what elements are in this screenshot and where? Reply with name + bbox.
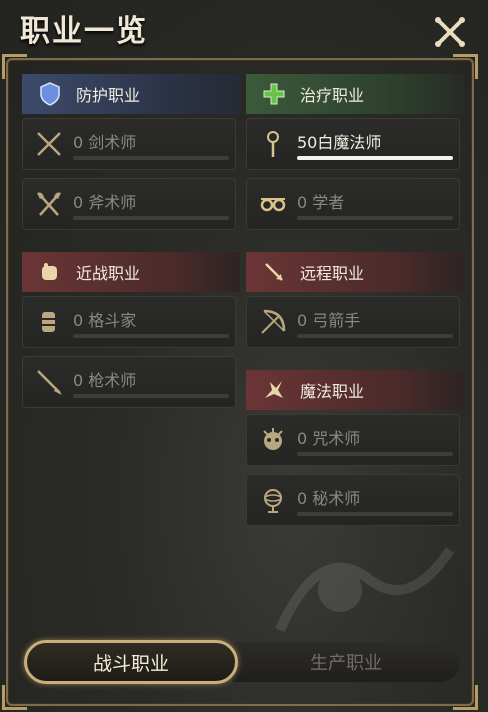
- fist-icon: [38, 260, 62, 284]
- ranged-section-header: 远程职业: [246, 252, 464, 292]
- healer-section-label: 治疗职业: [300, 86, 365, 105]
- green-cross-icon: [262, 82, 286, 106]
- tank-section-header: 防护职业: [22, 74, 240, 114]
- job-level: 0: [297, 429, 308, 448]
- magic-section-label: 魔法职业: [300, 382, 365, 401]
- job-name: 斧术师: [88, 193, 137, 212]
- job-entry-gladiator[interactable]: 0 剑术师: [22, 118, 236, 170]
- job-progress-fill: [297, 156, 453, 160]
- job-progress-bar: [297, 156, 453, 160]
- window-title: 职业一览: [20, 14, 148, 49]
- shield-icon: [38, 82, 62, 106]
- job-name: 剑术师: [88, 133, 137, 152]
- job-entry-thaumaturge[interactable]: 0 咒术师: [246, 414, 460, 466]
- close-button[interactable]: [430, 12, 470, 52]
- skull-icon: [257, 424, 289, 456]
- crossed-swords-icon: [33, 128, 65, 160]
- job-level: 50: [297, 133, 318, 152]
- job-name: 秘术师: [312, 489, 361, 508]
- melee-section-header: 近战职业: [22, 252, 240, 292]
- job-name: 白魔法师: [317, 133, 382, 152]
- knuckle-icon: [33, 306, 65, 338]
- job-entry-lancer[interactable]: 0 枪术师: [22, 356, 236, 408]
- job-progress-bar: [297, 452, 453, 456]
- job-level: 0: [73, 133, 84, 152]
- job-level: 0: [73, 311, 84, 330]
- job-entry-pugilist[interactable]: 0 格斗家: [22, 296, 236, 348]
- job-progress-bar: [297, 334, 453, 338]
- arrow-icon: [262, 260, 286, 284]
- job-progress-bar: [297, 512, 453, 516]
- job-progress-bar: [73, 394, 229, 398]
- job-entry-marauder[interactable]: 0 斧术师: [22, 178, 236, 230]
- job-progress-bar: [73, 156, 229, 160]
- close-icon: [435, 17, 465, 47]
- magic-section-header: 魔法职业: [246, 370, 464, 410]
- job-entry-archer[interactable]: 0 弓箭手: [246, 296, 460, 348]
- job-name: 学者: [312, 193, 345, 212]
- job-name: 枪术师: [88, 371, 137, 390]
- bow-icon: [257, 306, 289, 338]
- job-category-tabs: 生产职业 战斗职业: [20, 640, 460, 686]
- job-entry-scholar[interactable]: 0 学者: [246, 178, 460, 230]
- tank-section-label: 防护职业: [76, 86, 141, 105]
- job-name: 弓箭手: [312, 311, 361, 330]
- class-list-window: 职业一览 防护职业 0 剑术师 0 斧术师 治疗职业 50白魔法师 0 学者 近…: [0, 0, 488, 712]
- job-level: 0: [73, 193, 84, 212]
- frame-corner: [453, 685, 478, 710]
- job-progress-bar: [73, 334, 229, 338]
- tab-crafting[interactable]: 生产职业: [232, 642, 460, 682]
- tab-combat[interactable]: 战斗职业: [24, 640, 238, 684]
- ranged-section-label: 远程职业: [300, 264, 365, 283]
- job-level: 0: [297, 193, 308, 212]
- melee-section-label: 近战职业: [76, 264, 141, 283]
- background-emblem-icon: [275, 547, 455, 633]
- magic-burst-icon: [262, 378, 286, 402]
- job-name: 格斗家: [88, 311, 137, 330]
- job-entry-white-mage[interactable]: 50白魔法师: [246, 118, 460, 170]
- healer-section-header: 治疗职业: [246, 74, 464, 114]
- armillary-icon: [257, 484, 289, 516]
- frame-corner: [2, 685, 27, 710]
- job-level: 0: [297, 311, 308, 330]
- job-entry-arcanist[interactable]: 0 秘术师: [246, 474, 460, 526]
- job-progress-bar: [297, 216, 453, 220]
- staff-icon: [257, 128, 289, 160]
- spear-icon: [33, 366, 65, 398]
- crossed-axes-icon: [33, 188, 65, 220]
- job-level: 0: [73, 371, 84, 390]
- book-icon: [257, 188, 289, 220]
- job-name: 咒术师: [312, 429, 361, 448]
- job-progress-bar: [73, 216, 229, 220]
- job-level: 0: [297, 489, 308, 508]
